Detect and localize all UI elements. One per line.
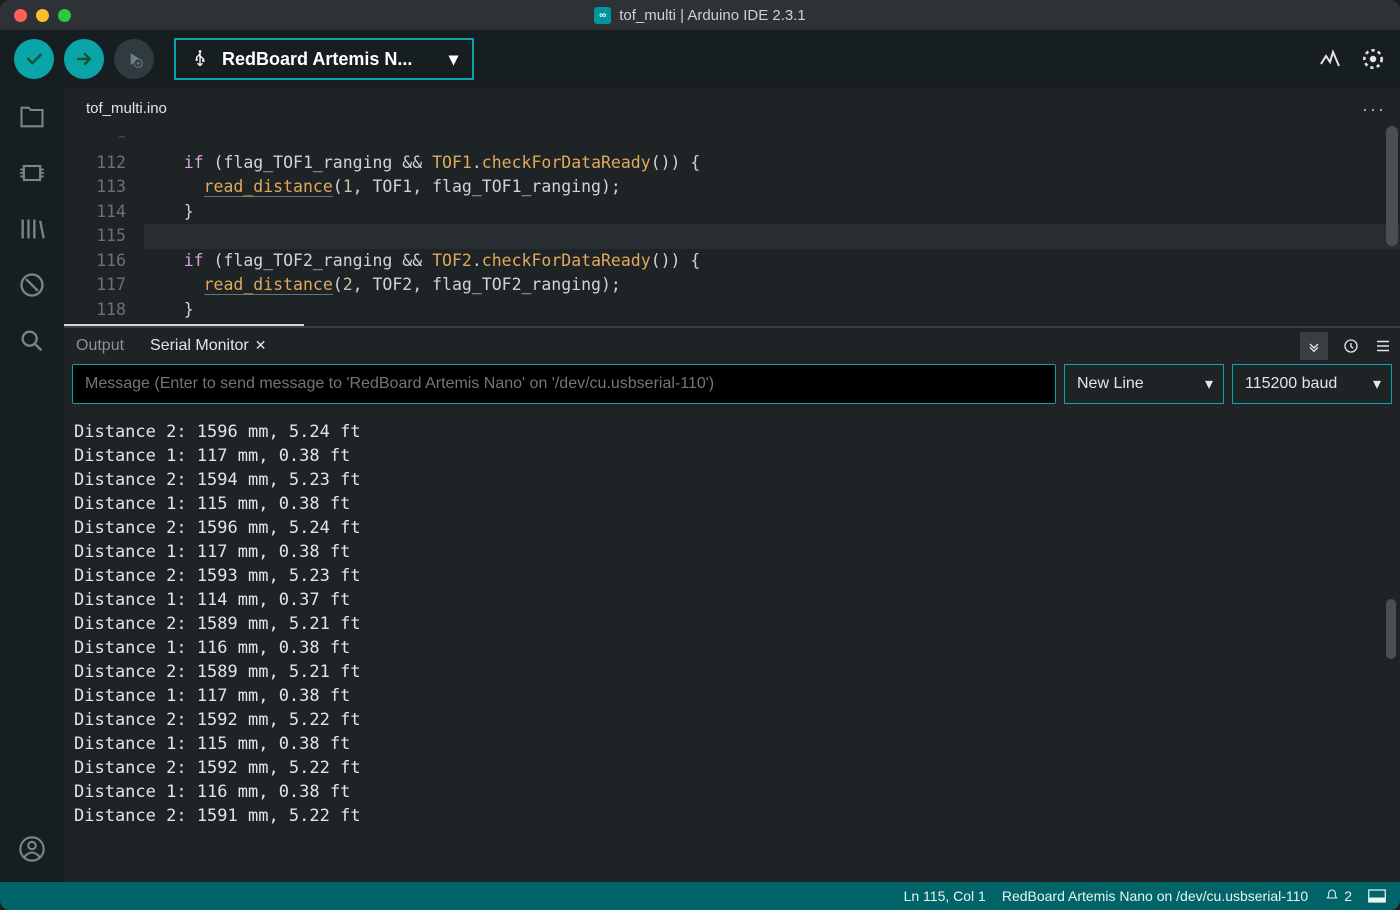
titlebar: ∞ tof_multi | Arduino IDE 2.3.1	[0, 0, 1400, 30]
tab-serial-monitor[interactable]: Serial Monitor ✕	[146, 331, 270, 361]
editor-tabbar: tof_multi.ino ···	[64, 88, 1400, 126]
serial-line: Distance 1: 117 mm, 0.38 ft	[74, 444, 1390, 468]
tab-output[interactable]: Output	[72, 331, 128, 361]
toolbar-right	[1318, 46, 1386, 72]
notification-count: 2	[1344, 888, 1352, 904]
editor-scrollbar[interactable]	[1386, 126, 1398, 246]
board-port-status: RedBoard Artemis Nano on /dev/cu.usbseri…	[1002, 888, 1308, 904]
maximize-icon[interactable]	[58, 9, 71, 22]
clear-output-icon[interactable]	[1374, 337, 1392, 355]
serial-line: Distance 2: 1593 mm, 5.23 ft	[74, 564, 1390, 588]
toolbar: RedBoard Artemis N... ▾	[0, 30, 1400, 88]
close-icon[interactable]	[14, 9, 27, 22]
panel-toggle-icon[interactable]	[1368, 889, 1386, 903]
serial-line: Distance 1: 115 mm, 0.38 ft	[74, 492, 1390, 516]
editor-tab[interactable]: tof_multi.ino	[70, 90, 183, 126]
debug-icon[interactable]	[17, 270, 47, 300]
bell-icon	[1324, 888, 1340, 904]
serial-line: Distance 1: 117 mm, 0.38 ft	[74, 684, 1390, 708]
tab-underline	[64, 324, 304, 326]
close-icon[interactable]: ✕	[255, 337, 267, 353]
account-icon[interactable]	[17, 834, 47, 864]
upload-button[interactable]	[64, 39, 104, 79]
traffic-lights	[14, 9, 71, 22]
editor-tab-label: tof_multi.ino	[86, 100, 167, 117]
serial-line: Distance 2: 1596 mm, 5.24 ft	[74, 420, 1390, 444]
library-manager-icon[interactable]	[17, 214, 47, 244]
verify-button[interactable]	[14, 39, 54, 79]
code-editor[interactable]: ⋯ 112 113 114 115 116 117 118 ⋯ if (flag…	[64, 126, 1400, 326]
serial-line: Distance 1: 116 mm, 0.38 ft	[74, 636, 1390, 660]
serial-line: Distance 2: 1596 mm, 5.24 ft	[74, 516, 1390, 540]
chevron-down-icon: ▾	[1373, 374, 1381, 394]
serial-line: Distance 2: 1591 mm, 5.22 ft	[74, 804, 1390, 828]
debug-button[interactable]	[114, 39, 154, 79]
serial-line: Distance 2: 1594 mm, 5.23 ft	[74, 468, 1390, 492]
usb-icon	[190, 49, 210, 69]
statusbar: Ln 115, Col 1 RedBoard Artemis Nano on /…	[0, 882, 1400, 910]
panel-tabs: Output Serial Monitor ✕	[64, 328, 1400, 364]
bottom-panel: Output Serial Monitor ✕ New Line ▾ 115200 …	[64, 326, 1400, 882]
main: tof_multi.ino ··· ⋯ 112 113 114 115 116 …	[64, 88, 1400, 882]
gutter: ⋯ 112 113 114 115 116 117 118 ⋯	[64, 126, 144, 326]
autoscroll-icon[interactable]	[1300, 332, 1328, 360]
tab-serial-label: Serial Monitor	[150, 337, 249, 354]
sidebar	[0, 88, 64, 882]
search-icon[interactable]	[17, 326, 47, 356]
board-select-label: RedBoard Artemis N...	[222, 49, 412, 70]
serial-monitor-icon[interactable]	[1360, 46, 1386, 72]
notifications-button[interactable]: 2	[1324, 888, 1352, 904]
line-ending-select[interactable]: New Line ▾	[1064, 364, 1224, 404]
serial-line: Distance 1: 114 mm, 0.37 ft	[74, 588, 1390, 612]
sketchbook-icon[interactable]	[17, 102, 47, 132]
minimize-icon[interactable]	[36, 9, 49, 22]
serial-line: Distance 2: 1589 mm, 5.21 ft	[74, 660, 1390, 684]
serial-output[interactable]: Distance 2: 1596 mm, 5.24 ftDistance 1: …	[64, 410, 1400, 882]
serial-line: Distance 1: 116 mm, 0.38 ft	[74, 780, 1390, 804]
body: tof_multi.ino ··· ⋯ 112 113 114 115 116 …	[0, 88, 1400, 882]
window-title-text: tof_multi | Arduino IDE 2.3.1	[619, 7, 806, 24]
serial-scrollbar[interactable]	[1386, 599, 1396, 659]
tab-output-label: Output	[76, 337, 124, 354]
serial-message-input[interactable]	[72, 364, 1056, 404]
arduino-icon: ∞	[594, 7, 611, 24]
panel-tools	[1300, 332, 1392, 360]
baud-rate-select[interactable]: 115200 baud ▾	[1232, 364, 1392, 404]
timestamp-icon[interactable]	[1342, 337, 1360, 355]
app-window: ∞ tof_multi | Arduino IDE 2.3.1 RedBoard…	[0, 0, 1400, 910]
code-content: if (flag_TOF1_ranging && TOF1.checkForDa…	[144, 126, 1400, 326]
chevron-down-icon: ▾	[449, 49, 458, 70]
editor-tab-more-icon[interactable]: ···	[1348, 93, 1400, 126]
baud-rate-label: 115200 baud	[1245, 375, 1337, 393]
serial-line: Distance 2: 1592 mm, 5.22 ft	[74, 756, 1390, 780]
window-title: ∞ tof_multi | Arduino IDE 2.3.1	[594, 7, 806, 24]
board-select[interactable]: RedBoard Artemis N... ▾	[174, 38, 474, 80]
serial-input-row: New Line ▾ 115200 baud ▾	[64, 364, 1400, 410]
boards-manager-icon[interactable]	[17, 158, 47, 188]
serial-line: Distance 2: 1592 mm, 5.22 ft	[74, 708, 1390, 732]
serial-line: Distance 1: 117 mm, 0.38 ft	[74, 540, 1390, 564]
cursor-position: Ln 115, Col 1	[904, 888, 986, 904]
chevron-down-icon: ▾	[1205, 374, 1213, 394]
serial-plotter-icon[interactable]	[1318, 47, 1342, 71]
serial-line: Distance 1: 115 mm, 0.38 ft	[74, 732, 1390, 756]
line-ending-label: New Line	[1077, 375, 1144, 393]
serial-line: Distance 2: 1589 mm, 5.21 ft	[74, 612, 1390, 636]
